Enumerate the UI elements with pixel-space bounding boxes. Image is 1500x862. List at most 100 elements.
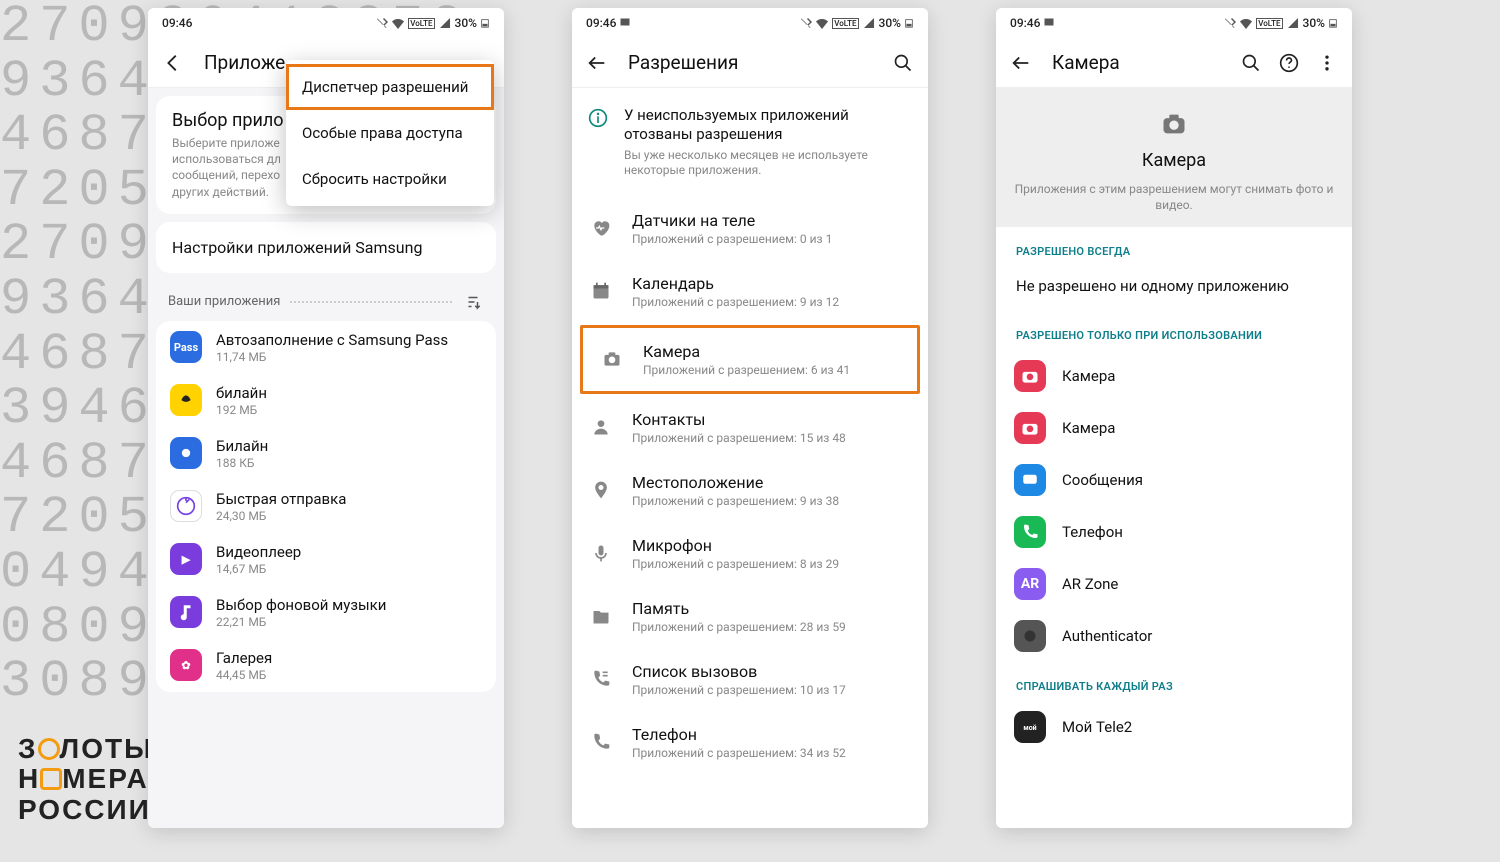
camera-app-row[interactable]: Камера bbox=[996, 402, 1352, 454]
app-size: 11,74 МБ bbox=[216, 350, 448, 364]
back-icon[interactable] bbox=[1010, 52, 1032, 74]
banner-title: У неиспользуемых приложений отозваны раз… bbox=[624, 106, 912, 144]
permission-name: Датчики на теле bbox=[632, 211, 832, 230]
app-size: 22,21 МБ bbox=[216, 615, 386, 629]
app-row[interactable]: Pass Автозаполнение с Samsung Pass 11,74… bbox=[156, 321, 496, 374]
app-icon: Pass bbox=[170, 331, 202, 363]
permission-name: Телефон bbox=[632, 725, 846, 744]
status-time: 09:46 bbox=[586, 16, 616, 30]
folder-icon bbox=[590, 606, 612, 626]
banner-desc: Вы уже несколько месяцев не используете … bbox=[624, 148, 912, 179]
page-title: Камера bbox=[1052, 51, 1220, 74]
camera-header-title: Камера bbox=[1012, 150, 1336, 171]
menu-special-access[interactable]: Особые права доступа bbox=[286, 110, 494, 156]
permission-row-cal[interactable]: Календарь Приложений с разрешением: 9 из… bbox=[572, 260, 928, 323]
cal-icon bbox=[590, 281, 612, 301]
app-icon: мой bbox=[1014, 711, 1046, 743]
permission-row-folder[interactable]: Память Приложений с разрешением: 28 из 5… bbox=[572, 585, 928, 648]
screen-apps: 09:46 VoLTE 30% Приложе Выбор прило Выбе… bbox=[148, 8, 504, 828]
camera-header: Камера Приложения с этим разрешением мог… bbox=[996, 88, 1352, 227]
info-banner[interactable]: У неиспользуемых приложений отозваны раз… bbox=[572, 88, 928, 197]
titlebar: Камера bbox=[996, 38, 1352, 88]
permission-row-pin[interactable]: Местоположение Приложений с разрешением:… bbox=[572, 459, 928, 522]
app-name: Видеоплеер bbox=[216, 543, 301, 561]
camera-icon bbox=[1160, 110, 1188, 138]
app-row[interactable]: Быстрая отправка 24,30 МБ bbox=[156, 480, 496, 533]
titlebar: Разрешения bbox=[572, 38, 928, 88]
app-size: 14,67 МБ bbox=[216, 562, 301, 576]
camera-app-row[interactable]: Сообщения bbox=[996, 454, 1352, 506]
heart-icon bbox=[590, 218, 612, 238]
app-icon bbox=[170, 384, 202, 416]
permission-row-mic[interactable]: Микрофон Приложений с разрешением: 8 из … bbox=[572, 522, 928, 585]
statusbar: 09:46 VoLTE 30% bbox=[572, 8, 928, 38]
permission-sub: Приложений с разрешением: 9 из 12 bbox=[632, 295, 839, 309]
permissions-list: Датчики на теле Приложений с разрешением… bbox=[572, 197, 928, 774]
camera-header-desc: Приложения с этим разрешением могут сним… bbox=[1012, 181, 1336, 213]
app-name: Выбор фоновой музыки bbox=[216, 596, 386, 614]
app-icon bbox=[1014, 620, 1046, 652]
back-icon[interactable] bbox=[586, 52, 608, 74]
permission-row-person[interactable]: Контакты Приложений с разрешением: 15 из… bbox=[572, 396, 928, 459]
app-size: 188 КБ bbox=[216, 456, 268, 470]
status-icons: VoLTE 30% bbox=[1224, 16, 1338, 30]
app-name: AR Zone bbox=[1062, 575, 1118, 593]
permission-sub: Приложений с разрешением: 10 из 17 bbox=[632, 683, 846, 697]
permission-row-heart[interactable]: Датчики на теле Приложений с разрешением… bbox=[572, 197, 928, 260]
permission-row-cam[interactable]: Камера Приложений с разрешением: 6 из 41 bbox=[580, 325, 920, 394]
permission-name: Память bbox=[632, 599, 846, 618]
camera-app-row[interactable]: Камера bbox=[996, 350, 1352, 402]
statusbar: 09:46 VoLTE 30% bbox=[996, 8, 1352, 38]
app-row[interactable]: Билайн 188 КБ bbox=[156, 427, 496, 480]
app-row[interactable]: ▶ Видеоплеер 14,67 МБ bbox=[156, 533, 496, 586]
back-icon[interactable] bbox=[162, 52, 184, 74]
ask-apps-list: мой Мой Tele2 bbox=[996, 701, 1352, 753]
camera-app-row[interactable]: AR AR Zone bbox=[996, 558, 1352, 610]
app-name: Быстрая отправка bbox=[216, 490, 346, 508]
more-icon[interactable] bbox=[1316, 52, 1338, 74]
app-name: Телефон bbox=[1062, 523, 1123, 541]
pin-icon bbox=[590, 480, 612, 500]
screen-permissions: 09:46 VoLTE 30% Разрешения bbox=[572, 8, 928, 828]
app-icon: ▶ bbox=[170, 543, 202, 575]
statusbar: 09:46 VoLTE 30% bbox=[148, 8, 504, 38]
mic-icon bbox=[590, 543, 612, 563]
permission-row-phone[interactable]: Телефон Приложений с разрешением: 34 из … bbox=[572, 711, 928, 774]
sort-icon[interactable] bbox=[462, 291, 484, 313]
camera-app-row[interactable]: мой Мой Tele2 bbox=[996, 701, 1352, 753]
group-allowed-using: РАЗРЕШЕНО ТОЛЬКО ПРИ ИСПОЛЬЗОВАНИИ bbox=[996, 311, 1352, 350]
permission-name: Микрофон bbox=[632, 536, 839, 555]
search-icon[interactable] bbox=[892, 52, 914, 74]
person-icon bbox=[590, 417, 612, 437]
search-icon[interactable] bbox=[1240, 52, 1262, 74]
app-row[interactable]: Выбор фоновой музыки 22,21 МБ bbox=[156, 586, 496, 639]
app-name: Камера bbox=[1062, 419, 1115, 437]
status-time: 09:46 bbox=[1010, 16, 1040, 30]
group-allowed-always: РАЗРЕШЕНО ВСЕГДА bbox=[996, 227, 1352, 266]
group-ask: СПРАШИВАТЬ КАЖДЫЙ РАЗ bbox=[996, 662, 1352, 701]
menu-permission-manager[interactable]: Диспетчер разрешений bbox=[286, 64, 494, 110]
menu-reset-settings[interactable]: Сбросить настройки bbox=[286, 156, 494, 202]
app-name: Галерея bbox=[216, 649, 272, 667]
camera-app-row[interactable]: Authenticator bbox=[996, 610, 1352, 662]
camera-app-row[interactable]: Телефон bbox=[996, 506, 1352, 558]
cam-icon bbox=[601, 349, 623, 369]
samsung-settings-row[interactable]: Настройки приложений Samsung bbox=[156, 222, 496, 273]
callist-icon bbox=[590, 669, 612, 689]
app-row[interactable]: билайн 192 МБ bbox=[156, 374, 496, 427]
permission-name: Список вызовов bbox=[632, 662, 846, 681]
permission-sub: Приложений с разрешением: 15 из 48 bbox=[632, 431, 846, 445]
status-icons: VoLTE 30% bbox=[376, 16, 490, 30]
permission-name: Календарь bbox=[632, 274, 839, 293]
app-icon bbox=[170, 437, 202, 469]
help-icon[interactable] bbox=[1278, 52, 1300, 74]
app-size: 44,45 МБ bbox=[216, 668, 272, 682]
permission-sub: Приложений с разрешением: 9 из 38 bbox=[632, 494, 839, 508]
app-size: 192 МБ bbox=[216, 403, 267, 417]
apps-list: Pass Автозаполнение с Samsung Pass 11,74… bbox=[156, 321, 496, 692]
status-time: 09:46 bbox=[162, 16, 192, 30]
permission-name: Контакты bbox=[632, 410, 846, 429]
permission-row-callist[interactable]: Список вызовов Приложений с разрешением:… bbox=[572, 648, 928, 711]
app-row[interactable]: ✿ Галерея 44,45 МБ bbox=[156, 639, 496, 692]
screen-camera-permission: 09:46 VoLTE 30% Камера bbox=[996, 8, 1352, 828]
